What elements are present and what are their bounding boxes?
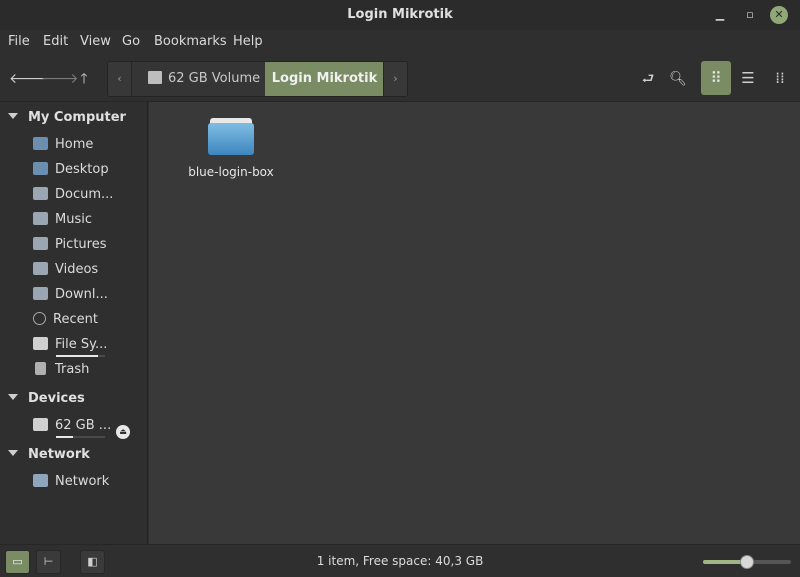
title-bar: Login Mikrotik ▁ ▫ ✕ [0, 0, 800, 30]
status-bar: ▭ ⊢ ◧ 1 item, Free space: 40,3 GB [0, 544, 800, 577]
expander-icon [8, 394, 18, 400]
menu-go[interactable]: Go [122, 34, 140, 49]
section-title: Network [28, 447, 90, 462]
music-folder-icon [33, 212, 48, 225]
trash-icon [35, 362, 46, 375]
search-icon[interactable]: 🔍︎ [667, 68, 689, 90]
videos-folder-icon [33, 262, 48, 275]
folder-icon [208, 116, 254, 156]
sidebar-item-desktop[interactable]: Desktop [33, 162, 143, 182]
sidebar-section-network[interactable]: Network [8, 447, 90, 462]
drive-icon [148, 71, 162, 84]
breadcrumb-label: 62 GB Volume [168, 71, 261, 86]
icon-view-button[interactable]: ⠿ [701, 61, 731, 95]
sidebar-item-network[interactable]: Network [33, 474, 143, 494]
sidebar-item-label: Trash [55, 362, 90, 377]
compact-view-button[interactable]: ⁞⁞ [765, 61, 795, 95]
expander-icon [8, 450, 18, 456]
menu-bar: File Edit View Go Bookmarks Help [0, 30, 800, 56]
sidebar-item-documents[interactable]: Docum... [33, 187, 143, 207]
toolbar: 🡐 🡒 🡑 ‹ 62 GB Volume Login Mikrotik › ⮐ … [0, 56, 800, 102]
file-view[interactable]: blue-login-box [149, 102, 800, 544]
menu-edit[interactable]: Edit [43, 34, 68, 49]
sidebar-item-videos[interactable]: Videos [33, 262, 143, 282]
up-arrow-icon[interactable]: 🡑 [73, 68, 95, 90]
list-icon: ☰ [741, 69, 755, 87]
sidebar-item-label: Pictures [55, 237, 107, 252]
breadcrumb-scroll-left-icon[interactable]: ‹ [108, 62, 132, 96]
desktop-icon [33, 162, 48, 175]
file-item[interactable]: blue-login-box [185, 116, 277, 179]
menu-file[interactable]: File [8, 34, 30, 49]
sidebar-item-label: File Sy... [55, 337, 108, 352]
sidebar-item-label: Desktop [55, 162, 109, 177]
sidebar-item-label: Music [55, 212, 92, 227]
sidebar-item-trash[interactable]: Trash [33, 362, 143, 382]
section-title: My Computer [28, 110, 126, 125]
breadcrumb-label: Login Mikrotik [271, 71, 378, 86]
sidebar-item-62gb-volume[interactable]: 62 GB ... [33, 418, 113, 438]
menu-help[interactable]: Help [233, 34, 263, 49]
section-title: Devices [28, 391, 85, 406]
menu-bookmarks[interactable]: Bookmarks [154, 34, 227, 49]
maximize-icon[interactable]: ▫ [741, 6, 759, 24]
disk-usage-bar [56, 355, 105, 357]
sidebar-item-recent[interactable]: Recent [33, 312, 143, 332]
pictures-folder-icon [33, 237, 48, 250]
sidebar-item-music[interactable]: Music [33, 212, 143, 232]
breadcrumb-item-volume[interactable]: 62 GB Volume [132, 62, 265, 96]
sidebar-section-my-computer[interactable]: My Computer [8, 110, 126, 125]
disk-usage-fill [56, 355, 98, 357]
disk-usage-bar [56, 436, 105, 438]
list-view-button[interactable]: ☰ [733, 61, 763, 95]
breadcrumb: ‹ 62 GB Volume Login Mikrotik › [107, 61, 408, 97]
sidebar-item-label: Downl... [55, 287, 108, 302]
disk-usage-fill [56, 436, 74, 438]
network-icon [33, 474, 48, 487]
back-arrow-icon[interactable]: 🡐 [9, 68, 47, 90]
compact-grid-icon: ⁞⁞ [775, 69, 785, 87]
forward-arrow-icon[interactable]: 🡒 [41, 68, 79, 90]
close-icon[interactable]: ✕ [770, 6, 788, 24]
filesystem-icon [33, 337, 48, 350]
recent-icon [33, 312, 46, 325]
toggle-location-entry-icon[interactable]: ⮐ [637, 68, 659, 90]
file-name: blue-login-box [188, 165, 274, 179]
sidebar-item-label: Home [55, 137, 94, 152]
breadcrumb-scroll-right-icon[interactable]: › [383, 62, 407, 96]
grid-icon: ⠿ [710, 69, 722, 87]
sidebar: My Computer Home Desktop Docum... Music … [0, 102, 148, 544]
sidebar-item-filesystem[interactable]: File Sy... [33, 337, 143, 357]
sidebar-item-label: 62 GB ... [55, 418, 112, 433]
eject-icon[interactable]: ⏏ [116, 425, 130, 439]
drive-icon [33, 418, 48, 431]
sidebar-item-label: Videos [55, 262, 99, 277]
breadcrumb-item-current[interactable]: Login Mikrotik [265, 62, 384, 96]
minimize-icon[interactable]: ▁ [711, 6, 729, 24]
menu-view[interactable]: View [80, 34, 111, 49]
zoom-slider-handle[interactable] [740, 555, 754, 569]
sidebar-item-label: Recent [53, 312, 98, 327]
documents-folder-icon [33, 187, 48, 200]
expander-icon [8, 113, 18, 119]
zoom-slider[interactable] [703, 555, 791, 569]
window-title: Login Mikrotik [347, 7, 453, 22]
sidebar-item-label: Docum... [55, 187, 114, 202]
sidebar-section-devices[interactable]: Devices [8, 391, 85, 406]
status-text: 1 item, Free space: 40,3 GB [316, 554, 484, 568]
downloads-folder-icon [33, 287, 48, 300]
home-folder-icon [33, 137, 48, 150]
sidebar-item-label: Network [55, 474, 110, 489]
sidebar-item-home[interactable]: Home [33, 137, 143, 157]
sidebar-item-pictures[interactable]: Pictures [33, 237, 143, 257]
sidebar-item-downloads[interactable]: Downl... [33, 287, 143, 307]
